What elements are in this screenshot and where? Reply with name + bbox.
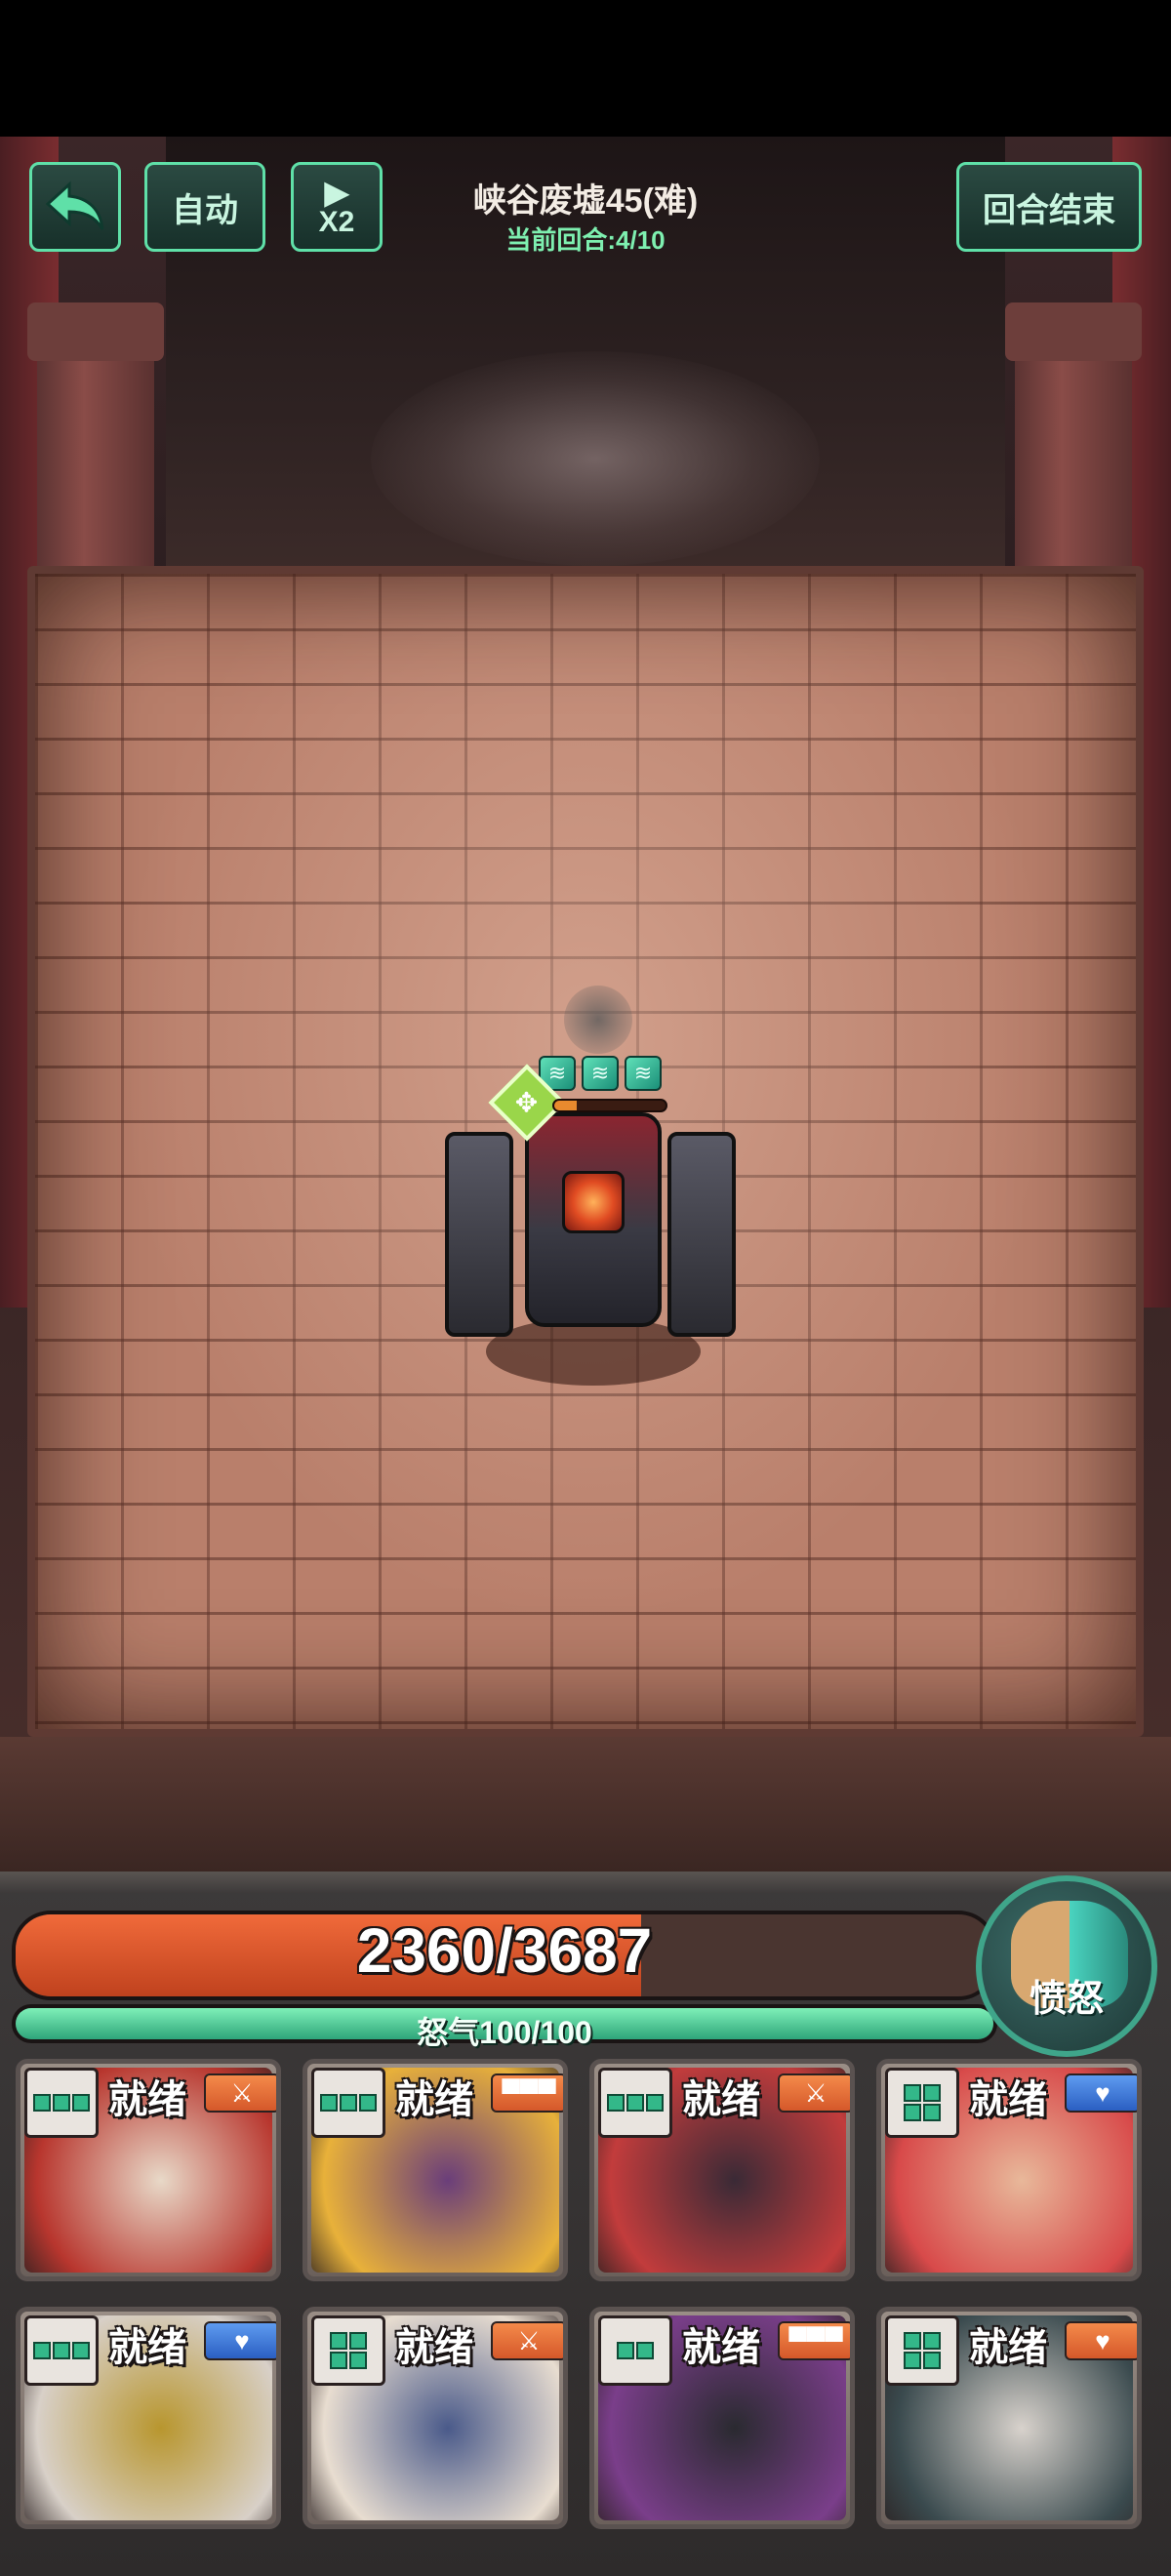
heart-icon: ♥: [204, 2321, 276, 2360]
energy-pips: [24, 2068, 99, 2138]
rage-text: 怒气100/100: [417, 2015, 592, 2050]
enemy-smoke: [564, 986, 632, 1054]
team-hp-text: 2360/3687: [356, 1915, 653, 1986]
hero-card[interactable]: 就绪 ▀▀▀: [589, 2307, 855, 2529]
hero-status-label: 就绪: [108, 2326, 186, 2369]
energy-pips: [598, 2068, 672, 2138]
energy-pips: [311, 2315, 385, 2386]
energy-pip: [904, 2352, 921, 2369]
back-arrow-icon: [45, 181, 104, 230]
panel-border: [0, 1872, 1171, 1893]
hero-card[interactable]: 就绪 ▀▀▀: [303, 2059, 568, 2281]
hero-card[interactable]: 就绪 ⚔: [303, 2307, 568, 2529]
energy-pip: [646, 2094, 664, 2112]
hero-status-label: 就绪: [682, 2078, 760, 2121]
enemy-hp-bar: [552, 1099, 667, 1112]
energy-pip: [72, 2342, 90, 2359]
shield-row-icon: ▀▀▀: [778, 2321, 850, 2360]
floor-edge: [0, 1737, 1171, 1873]
heart-icon: ♥: [1065, 2073, 1137, 2113]
energy-pip: [636, 2342, 654, 2359]
enemy-status-icons: ≋ ≋ ≋: [539, 1056, 662, 1091]
fury-label: 愤怒: [1029, 1979, 1104, 2020]
energy-pip: [617, 2342, 634, 2359]
energy-pip: [340, 2094, 357, 2112]
energy-pips: [24, 2315, 99, 2386]
hero-card[interactable]: 就绪 ♥: [876, 2059, 1142, 2281]
shield-row-icon: ▀▀▀: [491, 2073, 563, 2113]
energy-pips: [885, 2068, 959, 2138]
energy-pip: [53, 2342, 70, 2359]
enemy-arm-left: [445, 1132, 513, 1337]
status-bar-area: [0, 0, 1171, 137]
back-button[interactable]: [29, 162, 121, 252]
hero-status-label: 就绪: [108, 2078, 186, 2121]
energy-pip: [349, 2332, 367, 2350]
energy-pip: [904, 2332, 921, 2350]
energy-pip: [349, 2352, 367, 2369]
end-turn-button[interactable]: 回合结束: [956, 162, 1142, 252]
fury-skill-button[interactable]: 愤怒: [976, 1875, 1157, 2057]
hero-status-label: 就绪: [682, 2326, 760, 2369]
hero-card[interactable]: 就绪 ⚔: [589, 2059, 855, 2281]
energy-pips: [598, 2315, 672, 2386]
wind-buff-icon: ≋: [625, 1056, 662, 1091]
hero-status-label: 就绪: [395, 2326, 473, 2369]
play-icon: ▶: [324, 175, 349, 210]
hero-status-label: 就绪: [969, 2078, 1047, 2121]
energy-pip: [330, 2332, 347, 2350]
energy-pip: [72, 2094, 90, 2112]
energy-pip: [359, 2094, 377, 2112]
sword-icon: ⚔: [491, 2321, 563, 2360]
wind-buff-icon: ≋: [582, 1056, 619, 1091]
auto-button[interactable]: 自动: [144, 162, 265, 252]
speed-label: X2: [318, 206, 355, 238]
energy-pip: [626, 2094, 644, 2112]
hero-card[interactable]: 就绪 ⚔: [16, 2059, 281, 2281]
energy-pips: [885, 2315, 959, 2386]
turn-counter: 当前回合:4/10: [505, 225, 666, 255]
hero-card[interactable]: 就绪 ♥: [16, 2307, 281, 2529]
energy-pip: [33, 2094, 51, 2112]
energy-pips: [311, 2068, 385, 2138]
energy-pip: [923, 2352, 941, 2369]
energy-pip: [53, 2094, 70, 2112]
sword-icon: ⚔: [778, 2073, 850, 2113]
hero-card[interactable]: 就绪 ♥: [876, 2307, 1142, 2529]
energy-pip: [923, 2104, 941, 2121]
stage-title: 峡谷废墟45(难): [472, 182, 699, 220]
heart-icon: ♥: [1065, 2321, 1137, 2360]
pillar-cap-right: [1005, 302, 1142, 361]
energy-pip: [607, 2094, 625, 2112]
energy-pip: [904, 2104, 921, 2121]
enemy-core: [562, 1171, 625, 1233]
hero-status-label: 就绪: [969, 2326, 1047, 2369]
energy-pip: [923, 2084, 941, 2102]
sword-icon: ⚔: [204, 2073, 276, 2113]
energy-pip: [320, 2094, 338, 2112]
energy-pip: [904, 2084, 921, 2102]
energy-pip: [923, 2332, 941, 2350]
energy-pip: [330, 2352, 347, 2369]
pillar-cap-left: [27, 302, 164, 361]
energy-pip: [33, 2342, 51, 2359]
smoke-cloud: [371, 351, 820, 566]
enemy-hp-fill: [554, 1101, 577, 1110]
hero-status-label: 就绪: [395, 2078, 473, 2121]
enemy-arm-right: [667, 1132, 736, 1337]
speed-x2-button[interactable]: ▶ X2: [291, 162, 383, 252]
